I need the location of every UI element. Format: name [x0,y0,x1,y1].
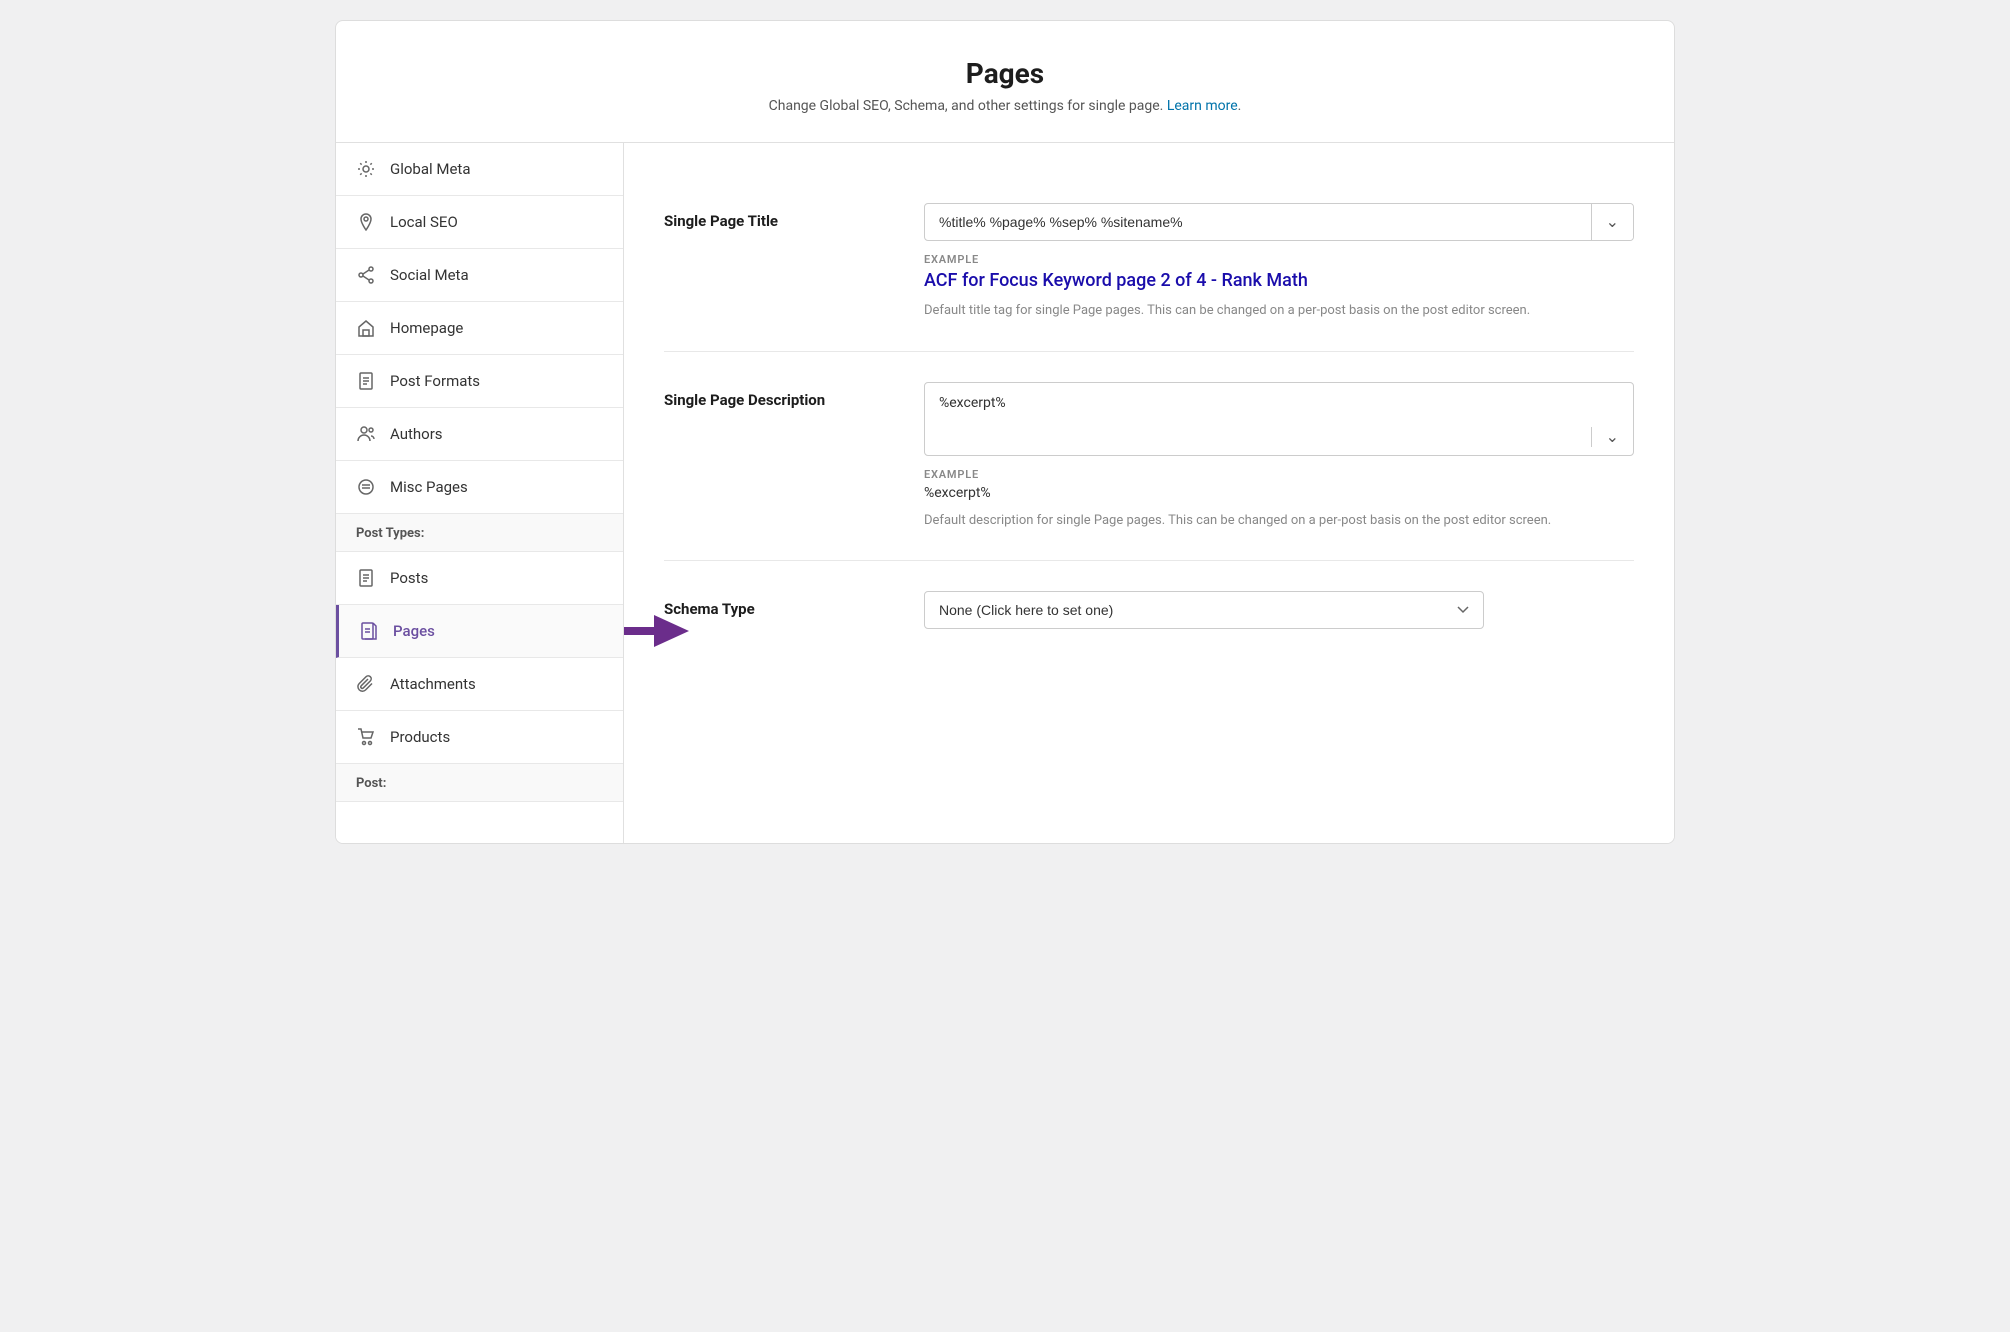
sidebar-item-global-meta[interactable]: Global Meta [336,143,623,196]
sidebar-item-label: Pages [393,622,435,640]
sidebar-item-post-formats[interactable]: Post Formats [336,355,623,408]
example-label-1: EXAMPLE [924,253,1634,266]
description-example-value: %excerpt% [924,485,1634,501]
sidebar-item-authors[interactable]: Authors [336,408,623,461]
sidebar-item-label: Products [390,728,450,746]
example-title-link[interactable]: ACF for Focus Keyword page 2 of 4 - Rank… [924,270,1634,291]
doc-icon [356,568,376,588]
sidebar-item-label: Local SEO [390,213,458,231]
sidebar-item-social-meta[interactable]: Social Meta [336,249,623,302]
title-help-text: Default title tag for single Page pages.… [924,301,1634,321]
schema-type-row: Schema Type None (Click here to set one)… [664,561,1634,659]
label-col-schema: Schema Type [664,591,884,618]
sidebar-item-label: Authors [390,425,443,443]
sidebar-item-homepage[interactable]: Homepage [336,302,623,355]
sidebar: Global Meta Local SEO [336,143,624,843]
sidebar-item-misc-pages[interactable]: Misc Pages [336,461,623,514]
sidebar-item-attachments[interactable]: Attachments [336,658,623,711]
single-page-description-row: Single Page Description %excerpt% ⌄ EXAM… [664,352,1634,562]
page-title: Pages [356,57,1654,90]
sidebar-item-products[interactable]: Products [336,711,623,764]
page-description: Change Global SEO, Schema, and other set… [356,98,1654,114]
label-col-desc: Single Page Description [664,382,884,409]
title-input-group: ⌄ [924,203,1634,241]
post-types-header: Post Types: [336,514,623,552]
description-dropdown-button[interactable]: ⌄ [1591,427,1633,447]
schema-type-select[interactable]: None (Click here to set one) Article Web… [924,591,1484,629]
title-input[interactable] [925,204,1591,240]
sidebar-item-label: Post Formats [390,372,480,390]
description-textarea[interactable]: %excerpt% [925,383,1591,455]
single-page-title-row: Single Page Title ⌄ EXAMPLE ACF for Focu… [664,173,1634,352]
page-header: Pages Change Global SEO, Schema, and oth… [336,21,1674,143]
share-icon [356,265,376,285]
sidebar-item-label: Homepage [390,319,463,337]
main-layout: Global Meta Local SEO [336,143,1674,843]
doc-lines-icon [356,371,376,391]
example-label-2: EXAMPLE [924,468,1634,481]
sidebar-item-label: Attachments [390,675,476,693]
field-col: ⌄ EXAMPLE ACF for Focus Keyword page 2 o… [924,203,1634,321]
arrow-indicator [624,613,694,649]
pin-icon [356,212,376,232]
sidebar-item-local-seo[interactable]: Local SEO [336,196,623,249]
field-col-schema: None (Click here to set one) Article Web… [924,591,1634,629]
sidebar-item-label: Posts [390,569,428,587]
sidebar-item-pages[interactable]: Pages [336,605,623,658]
page-icon [359,621,379,641]
single-page-description-label: Single Page Description [664,391,825,409]
post-section-header: Post: [336,764,623,802]
title-dropdown-button[interactable]: ⌄ [1591,204,1633,240]
people-icon [356,424,376,444]
sidebar-item-label: Global Meta [390,160,471,178]
home-icon [356,318,376,338]
learn-more-link[interactable]: Learn more [1167,98,1238,114]
gear-icon [356,159,376,179]
field-col-desc: %excerpt% ⌄ EXAMPLE %excerpt% Default de… [924,382,1634,531]
single-page-title-label: Single Page Title [664,212,778,230]
circle-lines-icon [356,477,376,497]
label-col: Single Page Title [664,203,884,230]
content-area: Single Page Title ⌄ EXAMPLE ACF for Focu… [624,143,1674,843]
description-help-text: Default description for single Page page… [924,511,1634,531]
cart-icon [356,727,376,747]
page-wrapper: Pages Change Global SEO, Schema, and oth… [335,20,1675,844]
description-input-group: %excerpt% ⌄ [924,382,1634,456]
sidebar-item-label: Misc Pages [390,478,468,496]
sidebar-item-label: Social Meta [390,266,469,284]
sidebar-item-posts[interactable]: Posts [336,552,623,605]
paperclip-icon [356,674,376,694]
